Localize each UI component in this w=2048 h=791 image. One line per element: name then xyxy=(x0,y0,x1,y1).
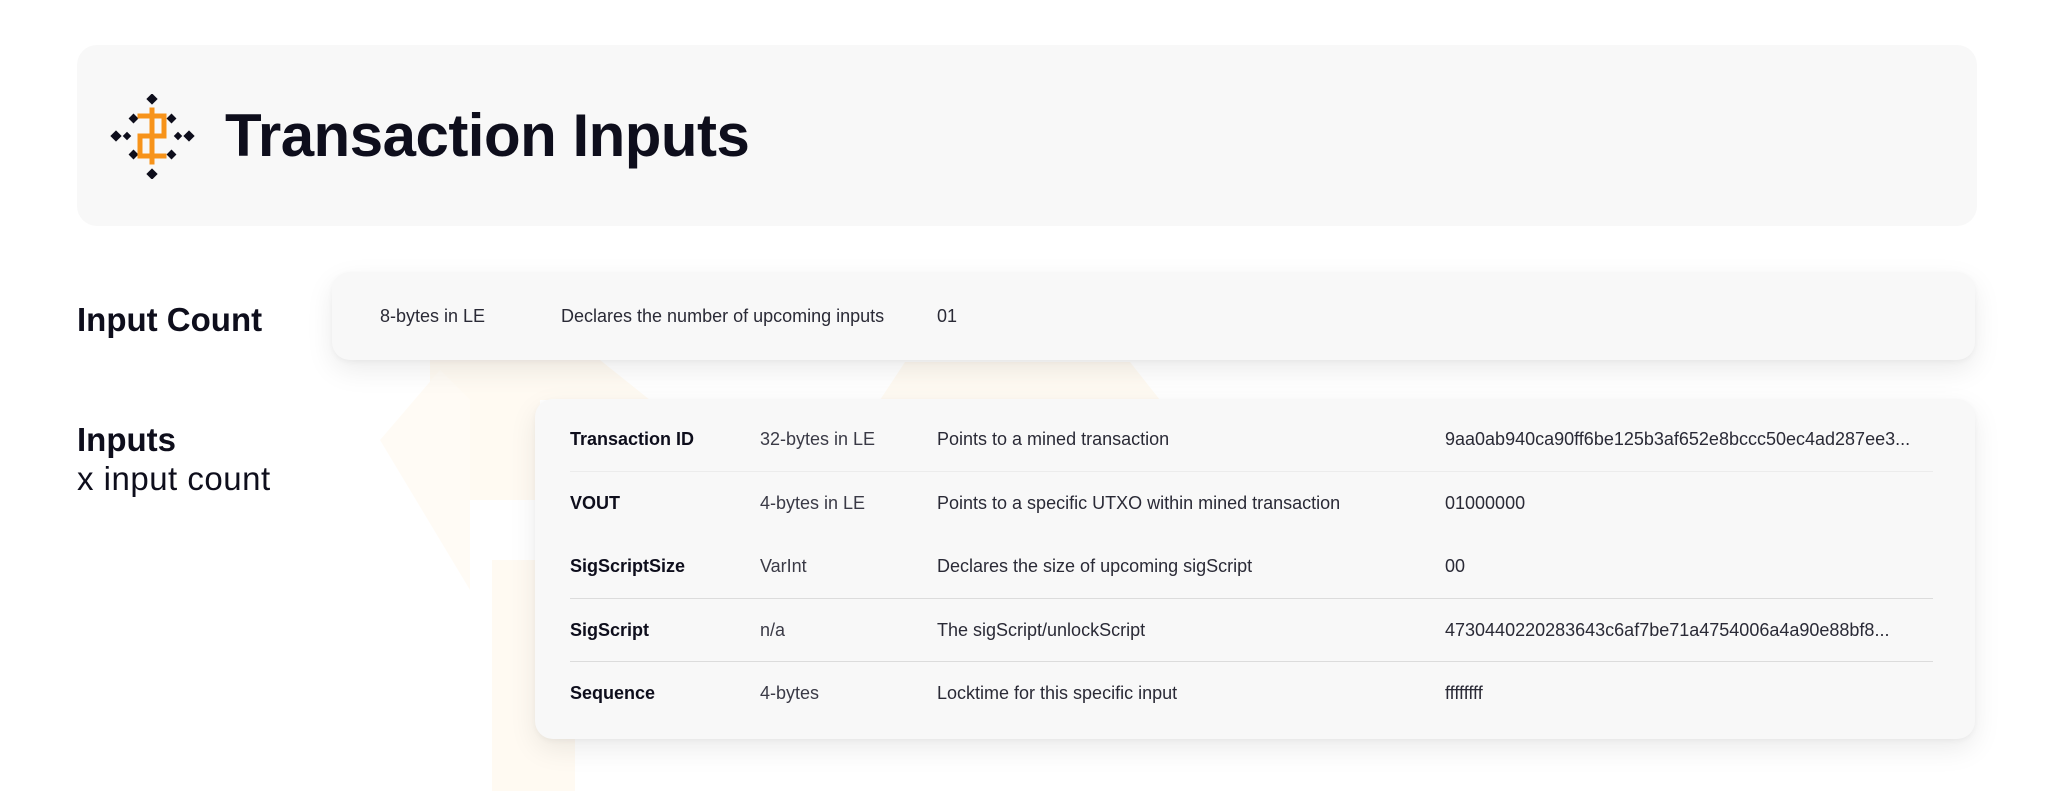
table-row: SigScriptSize VarInt Declares the size o… xyxy=(570,535,1933,598)
table-row: VOUT 4-bytes in LE Points to a specific … xyxy=(570,472,1933,535)
field-description: Declares the size of upcoming sigScript xyxy=(937,556,1253,576)
field-name: SigScript xyxy=(570,620,650,640)
field-description: Points to a specific UTXO within mined t… xyxy=(937,493,1341,513)
field-size: 4-bytes xyxy=(760,683,820,703)
field-value: 4730440220283643c6af7be71a4754006a4a90e8… xyxy=(1445,620,1890,640)
input-count-value: 01 xyxy=(937,306,958,326)
field-size: 4-bytes in LE xyxy=(760,493,866,513)
field-description: Points to a mined transaction xyxy=(937,429,1170,449)
field-name: SigScriptSize xyxy=(570,556,686,576)
field-value: 01000000 xyxy=(1445,493,1526,513)
page-title: Transaction Inputs xyxy=(225,102,750,169)
inputs-sublabel: x input count xyxy=(77,460,271,497)
input-count-label: Input Count xyxy=(77,301,263,338)
field-size: 32-bytes in LE xyxy=(760,429,876,449)
field-name: Sequence xyxy=(570,683,656,703)
table-row: Transaction ID 32-bytes in LE Points to … xyxy=(570,408,1933,471)
input-count-card: 8-bytes in LE Declares the number of upc… xyxy=(332,272,1975,360)
inputs-label: Inputs xyxy=(77,421,176,458)
field-description: The sigScript/unlockScript xyxy=(937,620,1146,640)
field-name: VOUT xyxy=(570,493,621,513)
input-count-size: 8-bytes in LE xyxy=(380,306,486,326)
table-row: SigScript n/a The sigScript/unlockScript… xyxy=(570,599,1933,662)
table-row: Sequence 4-bytes Locktime for this speci… xyxy=(570,662,1933,725)
field-size: VarInt xyxy=(760,556,807,576)
field-description: Locktime for this specific input xyxy=(937,683,1178,703)
field-value: ffffffff xyxy=(1445,683,1483,703)
bitcoin-grid-logo-icon xyxy=(110,94,195,179)
input-count-description: Declares the number of upcoming inputs xyxy=(561,306,885,326)
field-name: Transaction ID xyxy=(570,429,695,449)
field-size: n/a xyxy=(760,620,786,640)
field-value: 9aa0ab940ca90ff6be125b3af652e8bccc50ec4a… xyxy=(1445,429,1911,449)
inputs-table: Transaction ID 32-bytes in LE Points to … xyxy=(535,399,1975,739)
field-value: 00 xyxy=(1445,556,1466,576)
